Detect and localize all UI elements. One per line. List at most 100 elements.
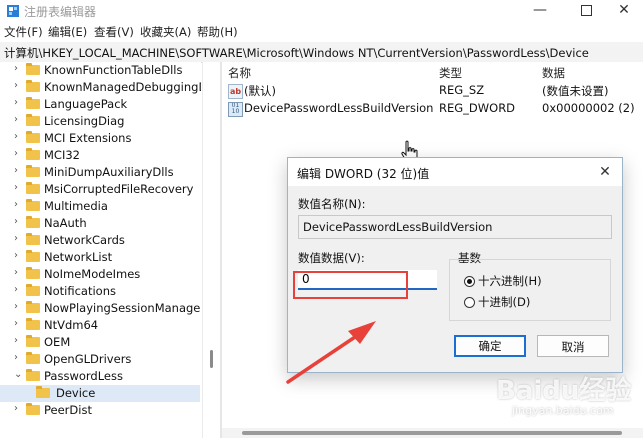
folder-icon xyxy=(26,301,40,313)
chevron-right-icon[interactable]: › xyxy=(14,284,18,295)
chevron-right-icon[interactable]: › xyxy=(14,114,18,125)
baidu-watermark: Baidu经验 xyxy=(496,376,632,406)
tree-item[interactable]: › MCI32 xyxy=(0,147,200,164)
cancel-button[interactable]: 取消 xyxy=(537,335,609,357)
key-tree: › KnownFunctionTableDlls › KnownManagedDeb… xyxy=(0,62,201,438)
tree-item[interactable]: › NtVdm64 xyxy=(0,317,200,334)
dword-value-icon: 01 10 xyxy=(228,102,243,117)
folder-icon xyxy=(26,318,40,330)
chevron-right-icon[interactable]: › xyxy=(14,352,18,363)
column-header-type[interactable]: 类型 xyxy=(439,65,462,81)
edit-dword-dialog: 编辑 DWORD (32 位)值 ✕ 数值名称(N): DevicePasswo… xyxy=(287,157,623,373)
value-name-text: DevicePasswordLessBuildVersion xyxy=(303,220,493,234)
radio-decimal[interactable] xyxy=(464,297,475,308)
value-type: REG_SZ xyxy=(439,83,485,97)
close-icon: ✕ xyxy=(599,164,611,180)
chevron-right-icon[interactable]: › xyxy=(14,165,18,176)
radio-hexadecimal-label[interactable]: 十六进制(H) xyxy=(478,273,542,289)
tree-item[interactable]: › OpenGLDrivers xyxy=(0,351,200,368)
folder-icon xyxy=(26,114,40,126)
chevron-right-icon[interactable]: › xyxy=(14,250,18,261)
list-row-default[interactable]: ab (默认) REG_SZ (数值未设置) xyxy=(222,82,643,100)
folder-icon xyxy=(26,131,40,143)
tree-item-label: LicensingDiag xyxy=(44,114,125,128)
tree-item[interactable]: › OEM xyxy=(0,334,200,351)
tree-item[interactable]: › MsiCorruptedFileRecovery xyxy=(0,181,200,198)
column-header-data[interactable]: 数据 xyxy=(542,65,565,81)
value-name-field: DevicePasswordLessBuildVersion xyxy=(298,215,612,239)
chevron-right-icon[interactable]: › xyxy=(14,233,18,244)
menu-edit[interactable]: 编辑(E) xyxy=(48,24,87,40)
tree-item[interactable]: › KnownManagedDebuggingDlls xyxy=(0,79,201,96)
tree-item-label: MsiCorruptedFileRecovery xyxy=(44,182,194,196)
folder-icon xyxy=(26,216,40,228)
chevron-right-icon[interactable]: › xyxy=(14,63,18,74)
tree-item[interactable]: › MiniDumpAuxiliaryDlls xyxy=(0,164,200,181)
tree-item[interactable]: › NetworkList xyxy=(0,249,200,266)
chevron-right-icon[interactable]: › xyxy=(14,403,18,414)
minimize-button[interactable]: — xyxy=(520,0,560,22)
chevron-right-icon[interactable]: › xyxy=(14,97,18,108)
folder-icon xyxy=(26,165,40,177)
tree-item-device-selected[interactable]: Device xyxy=(0,385,200,402)
tree-item[interactable]: › NaAuth xyxy=(0,215,200,232)
tree-vertical-scrollbar[interactable] xyxy=(202,62,220,438)
chevron-right-icon[interactable]: › xyxy=(14,216,18,227)
close-button[interactable]: ✕ xyxy=(604,0,643,22)
dialog-title: 编辑 DWORD (32 位)值 xyxy=(297,167,430,181)
address-path[interactable]: 计算机\HKEY_LOCAL_MACHINE\SOFTWARE\Microsof… xyxy=(4,45,589,61)
tree-item-label: KnownManagedDebuggingDlls xyxy=(44,80,201,94)
value-type: REG_DWORD xyxy=(439,101,516,115)
folder-open-icon xyxy=(26,369,40,381)
chevron-right-icon[interactable]: › xyxy=(14,182,18,193)
tree-item-label: NtVdm64 xyxy=(44,318,99,332)
radio-hexadecimal[interactable] xyxy=(464,276,475,287)
tree-item[interactable]: › LanguagePack xyxy=(0,96,200,113)
chevron-right-icon[interactable]: › xyxy=(14,301,18,312)
tree-item[interactable]: › KnownFunctionTableDlls xyxy=(0,62,200,79)
radio-decimal-label[interactable]: 十进制(D) xyxy=(478,294,530,310)
tree-item-label: Notifications xyxy=(44,284,116,298)
scrollbar-thumb[interactable] xyxy=(210,350,213,368)
menu-bar: 文件(F) 编辑(E) 查看(V) 收藏夹(A) 帮助(H) xyxy=(0,22,643,42)
chevron-right-icon[interactable]: › xyxy=(14,199,18,210)
tree-item-passwordless[interactable]: ⌄ PasswordLess xyxy=(0,368,200,385)
list-horizontal-scrollbar[interactable] xyxy=(222,428,643,438)
dialog-close-button[interactable]: ✕ xyxy=(594,162,616,182)
chevron-right-icon[interactable]: › xyxy=(14,131,18,142)
title-bar: 注册表编辑器 — ✕ xyxy=(0,0,643,22)
column-header-name[interactable]: 名称 xyxy=(228,65,251,81)
tree-item-label: PeerDist xyxy=(44,403,92,417)
tree-item-label: MCI32 xyxy=(44,148,80,162)
close-icon: ✕ xyxy=(618,2,630,18)
tree-item-label: NetworkCards xyxy=(44,233,125,247)
menu-view[interactable]: 查看(V) xyxy=(94,24,134,40)
folder-icon xyxy=(26,80,40,92)
tree-item[interactable]: › Multimedia xyxy=(0,198,200,215)
chevron-right-icon[interactable]: › xyxy=(14,267,18,278)
tree-item[interactable]: › Notifications xyxy=(0,283,200,300)
dialog-title-bar: 编辑 DWORD (32 位)值 ✕ xyxy=(288,158,622,186)
tree-item[interactable]: › PeerDist xyxy=(0,402,200,419)
scrollbar-thumb[interactable] xyxy=(242,431,622,435)
string-value-icon: ab xyxy=(228,84,243,99)
chevron-down-icon[interactable]: ⌄ xyxy=(14,369,22,380)
tree-item[interactable]: › LicensingDiag xyxy=(0,113,200,130)
address-bar[interactable]: 计算机\HKEY_LOCAL_MACHINE\SOFTWARE\Microsof… xyxy=(0,42,643,63)
chevron-right-icon[interactable]: › xyxy=(14,148,18,159)
tree-item-label: OEM xyxy=(44,335,71,349)
tree-item[interactable]: › MCI Extensions xyxy=(0,130,200,147)
tree-item[interactable]: › NowPlayingSessionManager xyxy=(0,300,201,317)
folder-icon xyxy=(26,352,40,364)
menu-file[interactable]: 文件(F) xyxy=(4,24,43,40)
tree-item[interactable]: › NetworkCards xyxy=(0,232,200,249)
ok-button[interactable]: 确定 xyxy=(454,335,526,357)
tree-item[interactable]: › NoImeModeImes xyxy=(0,266,200,283)
chevron-right-icon[interactable]: › xyxy=(14,80,18,91)
menu-favorites[interactable]: 收藏夹(A) xyxy=(140,24,191,40)
maximize-button[interactable] xyxy=(566,0,606,22)
chevron-right-icon[interactable]: › xyxy=(14,318,18,329)
chevron-right-icon[interactable]: › xyxy=(14,335,18,346)
list-row-dword[interactable]: 01 10 DevicePasswordLessBuildVersion REG_… xyxy=(222,100,643,118)
menu-help[interactable]: 帮助(H) xyxy=(197,24,238,40)
